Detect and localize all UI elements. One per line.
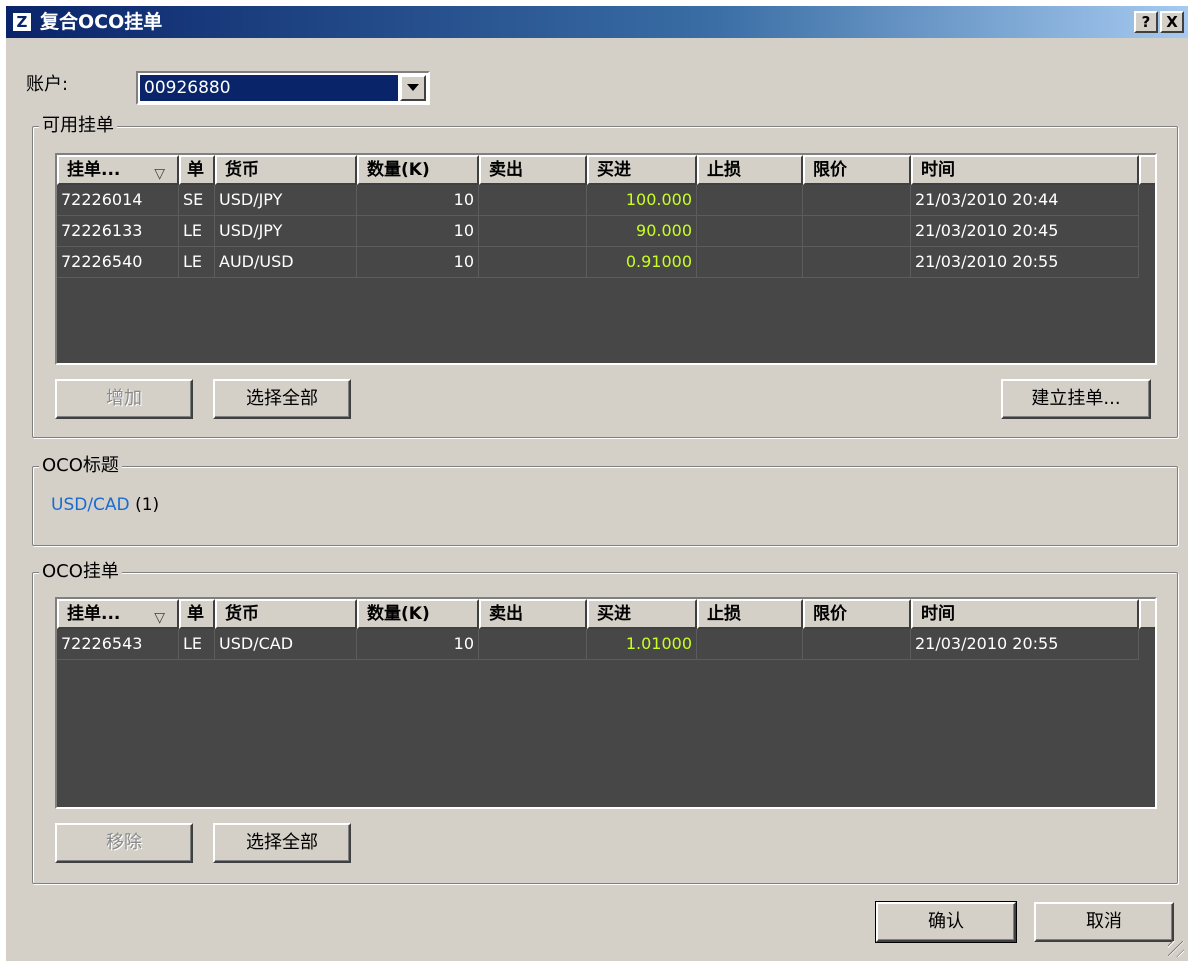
col-currency[interactable]: 货币 [215,155,357,185]
help-button[interactable]: ? [1134,11,1158,33]
cell-time: 21/03/2010 20:55 [911,629,1139,660]
cancel-button[interactable]: 取消 [1034,902,1174,942]
cell-buy: 1.01000 [587,629,697,660]
cell-stop [697,216,803,247]
cell-time: 21/03/2010 20:44 [911,185,1139,216]
cell-id: 72226540 [57,247,179,278]
col-time[interactable]: 时间 [911,599,1139,629]
app-icon: Z [12,12,32,32]
account-select[interactable]: 00926880 [136,71,430,105]
cell-stop [697,247,803,278]
oco-title-heading: OCO标题 [39,455,122,477]
cell-qty: 10 [357,216,479,247]
cell-limit [803,247,911,278]
col-currency[interactable]: 货币 [215,599,357,629]
cell-qty: 10 [357,247,479,278]
table-row[interactable]: 72226014 SE USD/JPY 10 100.000 21/03/2010 20:… [57,185,1155,216]
col-order-id[interactable]: 挂单... ▽ [57,599,179,629]
table-row[interactable]: 72226133 LE USD/JPY 10 90.000 21/03/2010 20:4… [57,216,1155,247]
oco-title-content: USD/CAD (1) [51,495,159,515]
cell-sell [479,185,587,216]
cell-buy: 90.000 [587,216,697,247]
col-sell[interactable]: 卖出 [479,155,587,185]
cell-time: 21/03/2010 20:55 [911,247,1139,278]
cell-limit [803,185,911,216]
cell-limit [803,216,911,247]
close-button[interactable]: X [1160,11,1184,33]
col-stop[interactable]: 止损 [697,599,803,629]
window-title: 复合OCO挂单 [40,11,163,33]
col-order-id[interactable]: 挂单... ▽ [57,155,179,185]
col-quantity[interactable]: 数量(K) [357,155,479,185]
chevron-down-icon[interactable] [400,75,426,101]
cell-type: LE [179,216,215,247]
oco-orders-title: OCO挂单 [39,561,122,583]
col-limit[interactable]: 限价 [803,599,911,629]
cell-type: LE [179,247,215,278]
header-filler [1139,155,1155,185]
cell-time: 21/03/2010 20:45 [911,216,1139,247]
col-quantity[interactable]: 数量(K) [357,599,479,629]
select-all-button[interactable]: 选择全部 [213,379,351,419]
cell-stop [697,185,803,216]
cell-sell [479,629,587,660]
cell-stop [697,629,803,660]
cell-type: LE [179,629,215,660]
table-row[interactable]: 72226540 LE AUD/USD 10 0.91000 21/03/2010 20:… [57,247,1155,278]
cell-id: 72226014 [57,185,179,216]
remove-button[interactable]: 移除 [55,823,193,863]
cell-currency: USD/JPY [215,185,357,216]
cell-id: 72226133 [57,216,179,247]
resize-grip-icon[interactable] [1168,941,1184,957]
cell-qty: 10 [357,185,479,216]
table-header: 挂单... ▽ 单 货币 数量(K) 卖出 买进 止损 限价 时间 [57,155,1155,185]
available-orders-group: 可用挂单 挂单... ▽ 单 货币 数量(K) 卖出 买进 止损 限价 时间 72… [32,115,1178,438]
account-value: 00926880 [140,75,398,101]
cell-type: SE [179,185,215,216]
account-label: 账户: [26,74,69,95]
col-type[interactable]: 单 [179,155,215,185]
col-stop[interactable]: 止损 [697,155,803,185]
ok-button[interactable]: 确认 [875,901,1017,943]
col-type[interactable]: 单 [179,599,215,629]
available-orders-table[interactable]: 挂单... ▽ 单 货币 数量(K) 卖出 买进 止损 限价 时间 7222601… [55,153,1157,365]
title-bar[interactable]: Z 复合OCO挂单 ? X [6,6,1188,38]
col-sell[interactable]: 卖出 [479,599,587,629]
create-order-button[interactable]: 建立挂单... [1001,379,1151,419]
select-all-button[interactable]: 选择全部 [213,823,351,863]
cell-currency: AUD/USD [215,247,357,278]
header-filler [1139,599,1155,629]
sort-desc-icon: ▽ [154,610,165,626]
col-limit[interactable]: 限价 [803,155,911,185]
oco-dialog: Z 复合OCO挂单 ? X 账户: 00926880 可用挂单 挂单... ▽ 单… [6,6,1188,961]
cell-id: 72226543 [57,629,179,660]
oco-currency-link[interactable]: USD/CAD [51,495,130,515]
available-orders-title: 可用挂单 [39,115,117,137]
cell-sell [479,247,587,278]
col-order-id-label: 挂单... [67,604,121,624]
oco-title-group: OCO标题 USD/CAD (1) [32,455,1178,546]
cell-currency: USD/CAD [215,629,357,660]
cell-sell [479,216,587,247]
col-order-id-label: 挂单... [67,160,121,180]
cell-limit [803,629,911,660]
cell-buy: 0.91000 [587,247,697,278]
table-row[interactable]: 72226543 LE USD/CAD 10 1.01000 21/03/2010 20:… [57,629,1155,660]
oco-orders-table[interactable]: 挂单... ▽ 单 货币 数量(K) 卖出 买进 止损 限价 时间 7222654… [55,597,1157,809]
col-buy[interactable]: 买进 [587,155,697,185]
cell-currency: USD/JPY [215,216,357,247]
cell-qty: 10 [357,629,479,660]
oco-count: (1) [135,495,160,515]
col-buy[interactable]: 买进 [587,599,697,629]
oco-orders-group: OCO挂单 挂单... ▽ 单 货币 数量(K) 卖出 买进 止损 限价 时间 7… [32,561,1178,884]
table-header: 挂单... ▽ 单 货币 数量(K) 卖出 买进 止损 限价 时间 [57,599,1155,629]
col-time[interactable]: 时间 [911,155,1139,185]
cell-buy: 100.000 [587,185,697,216]
sort-desc-icon: ▽ [154,166,165,182]
add-button[interactable]: 增加 [55,379,193,419]
